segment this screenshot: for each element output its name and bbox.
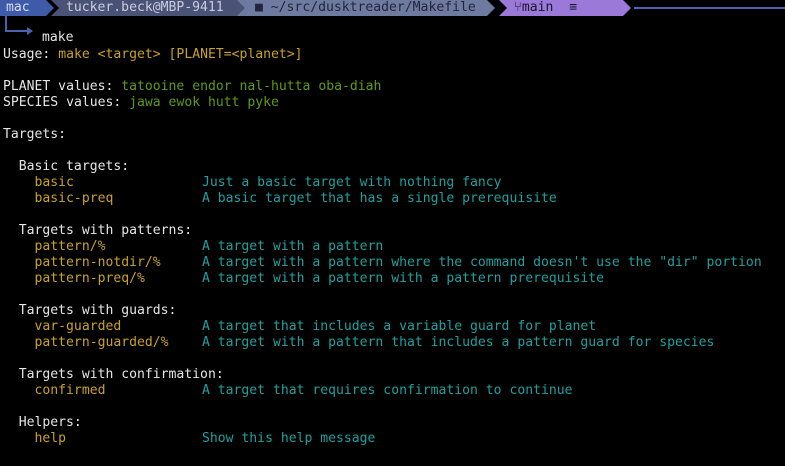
target-description: A target with a pattern that includes a … (202, 335, 715, 350)
git-branch-icon: ⑂ (514, 0, 522, 15)
group-title: Helpers: (18, 415, 82, 430)
target-description: A basic target that has a single prerequ… (202, 191, 557, 206)
prompt-bar: mac tucker.beck@MBP-9411 ■ ~/src/dusktre… (0, 0, 785, 16)
git-segment: ⑂main ≡ (499, 0, 631, 16)
target-name: pattern-guarded/% (34, 335, 169, 350)
target-name: pattern/% (34, 239, 106, 254)
target-name: pattern-notdir/% (34, 255, 161, 270)
species-values: jawa ewok hutt pyke (129, 95, 279, 110)
target-description: A target with a pattern where the comman… (202, 255, 762, 270)
group-title: Targets with patterns: (18, 223, 193, 238)
git-status-icon: ≡ (569, 0, 578, 15)
target-description: Just a basic target with nothing fancy (202, 175, 502, 190)
planet-line: PLANET values: tatooine endor nal-hutta … (3, 79, 381, 95)
planet-label: PLANET values: (3, 79, 122, 94)
target-description: Show this help message (202, 431, 376, 446)
command-text: make (42, 30, 74, 45)
prompt-arrow-icon (27, 27, 33, 35)
target-name: var-guarded (34, 319, 122, 334)
group-title: Targets with confirmation: (18, 367, 224, 382)
path-text: ~/src/dusktreader/Makefile (270, 0, 476, 15)
species-line: SPECIES values: jawa ewok hutt pyke (3, 95, 279, 111)
species-label: SPECIES values: (3, 95, 130, 110)
targets-heading: Targets: (3, 127, 67, 142)
target-name: pattern-preq/% (34, 271, 145, 286)
group-title: Targets with guards: (18, 303, 177, 318)
os-segment: mac (0, 0, 54, 16)
prompt-connector (5, 30, 27, 32)
host-segment: tucker.beck@MBP-9411 (51, 0, 246, 16)
target-description: A target with a pattern (202, 239, 384, 254)
target-name: basic (34, 175, 74, 190)
usage-label: Usage: (3, 47, 59, 62)
usage-value: make <target> [PLANET=<planet>] (58, 47, 303, 62)
target-name: basic-preq (34, 191, 114, 206)
target-name: confirmed (34, 383, 106, 398)
folder-icon: ■ (255, 0, 271, 15)
branch-name: main (521, 0, 554, 15)
usage-line: Usage: make <target> [PLANET=<planet>] (3, 47, 303, 63)
planet-values: tatooine endor nal-hutta oba-diah (121, 79, 382, 94)
path-segment: ■ ~/src/dusktreader/Makefile (237, 0, 495, 16)
prompt-rule (634, 7, 785, 9)
target-description: A target that includes a variable guard … (202, 319, 597, 334)
target-description: A target that requires confirmation to c… (202, 383, 573, 398)
group-title: Basic targets: (18, 159, 130, 174)
target-description: A target with a pattern with a pattern p… (202, 271, 605, 286)
target-name: help (34, 431, 67, 446)
